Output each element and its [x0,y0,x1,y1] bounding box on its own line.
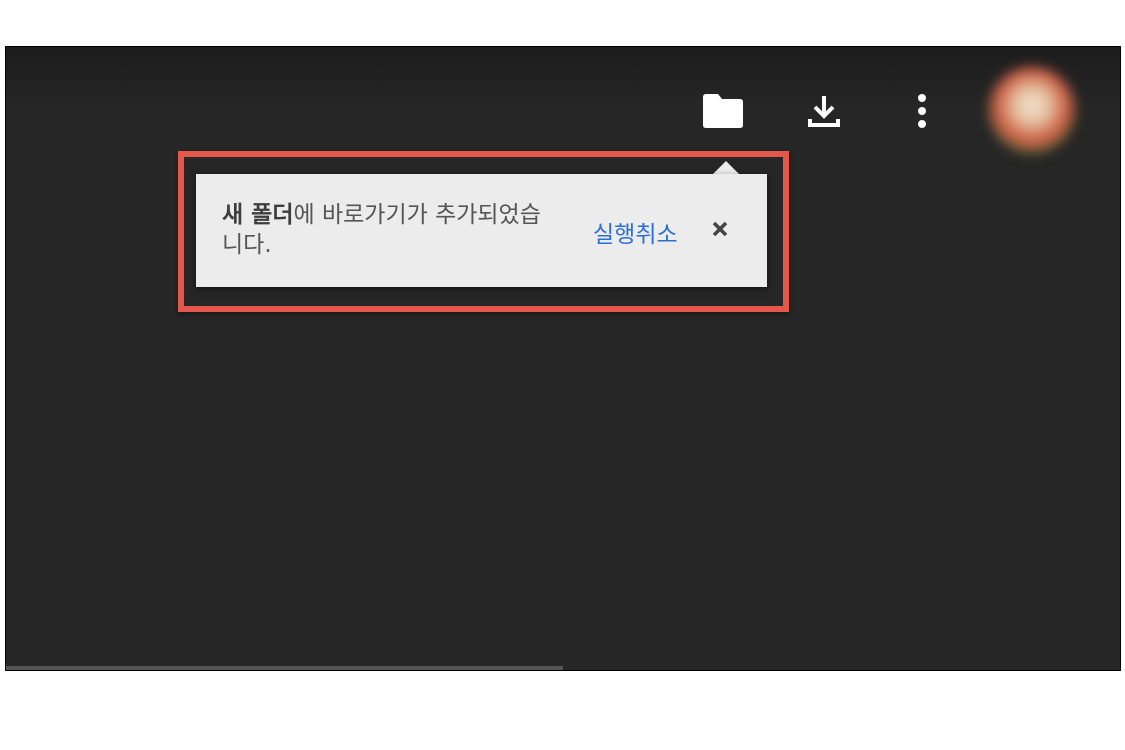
progress-fill [6,666,563,670]
more-vertical-icon [918,94,926,128]
toast-pointer [712,161,740,175]
folder-icon [703,94,743,128]
download-button[interactable] [796,83,852,139]
document-viewer: 새 폴더에 바로가기가 추가되었습니다. 실행취소 [5,46,1121,671]
download-icon [808,96,840,127]
progress-bar [6,666,1120,670]
toast-message: 새 폴더에 바로가기가 추가되었습니다. [222,200,562,260]
shortcut-added-toast: 새 폴더에 바로가기가 추가되었습니다. 실행취소 [196,174,767,287]
close-icon [712,221,728,237]
undo-button[interactable]: 실행취소 [593,215,678,249]
close-toast-button[interactable] [703,212,737,246]
add-to-drive-button[interactable] [695,83,751,139]
user-avatar[interactable] [989,67,1075,153]
more-options-button[interactable] [894,83,950,139]
folder-name: 새 폴더 [222,202,294,228]
